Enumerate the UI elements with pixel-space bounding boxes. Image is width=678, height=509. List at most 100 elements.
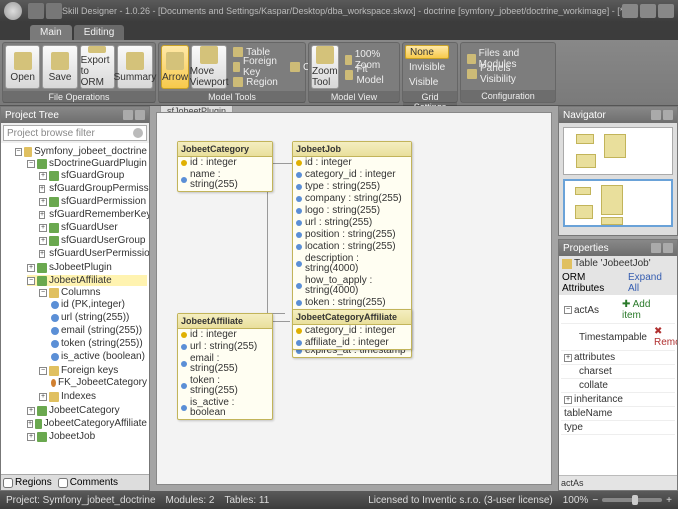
navigator-thumb-active[interactable]: [563, 179, 673, 227]
entity-box[interactable]: JobeetCategoryid : integername : string(…: [177, 141, 273, 192]
zoom-value: 100%: [563, 495, 589, 506]
panel-close-icon[interactable]: [663, 243, 673, 253]
entity-field: id : integer: [293, 157, 411, 169]
tree-indexes[interactable]: +Indexes: [39, 391, 147, 402]
tree-root[interactable]: −Symfony_jobeet_doctrine: [15, 146, 147, 157]
tree-item[interactable]: +sfGuardGroup: [39, 170, 147, 181]
entity-field: token : string(255): [178, 375, 272, 397]
comment-icon: [290, 62, 300, 72]
fk-tool-button[interactable]: Foreign Key: [229, 60, 284, 74]
qat-save-icon[interactable]: [46, 3, 62, 19]
tree-item[interactable]: +sfGuardPermission: [39, 196, 147, 207]
property-row[interactable]: type: [561, 421, 675, 435]
zoom-slider[interactable]: [602, 498, 662, 502]
navigator-thumb[interactable]: [563, 127, 673, 175]
fit-model-button[interactable]: Fit Model: [341, 68, 397, 82]
tree-columns[interactable]: −Columns: [39, 287, 147, 298]
entity-field: name : string(255): [178, 169, 272, 191]
property-row[interactable]: charset: [561, 365, 675, 379]
grid-none-button[interactable]: None: [405, 45, 449, 59]
table-icon: [562, 259, 572, 269]
navigator-title: Navigator: [563, 110, 606, 121]
property-row[interactable]: −actAs✚ Add item: [561, 297, 675, 324]
grid-visible-button[interactable]: Visible: [405, 75, 449, 89]
diagram-canvas-wrap: sfJobeetPlugin JobeetCategoryid : intege…: [150, 106, 558, 491]
tree-item[interactable]: +sfGuardGroupPermission: [39, 183, 147, 194]
tree-item-selected[interactable]: −JobeetAffiliate: [27, 275, 147, 286]
tree-item[interactable]: +JobeetCategory: [27, 405, 147, 416]
regions-checkbox[interactable]: Regions: [3, 477, 52, 488]
open-button[interactable]: Open: [5, 45, 40, 89]
entity-field: location : string(255): [293, 241, 411, 253]
fk-icon: [233, 62, 240, 72]
save-button[interactable]: Save: [42, 45, 77, 89]
tree-fk[interactable]: FK_JobeetCategory: [51, 377, 147, 388]
tree-fks[interactable]: −Foreign keys: [39, 365, 147, 376]
move-viewport-button[interactable]: Move Viewport: [191, 45, 227, 89]
tree-field[interactable]: email (string(255)): [51, 325, 147, 336]
entity-box[interactable]: JobeetCategoryAffiliatecategory_id : int…: [292, 309, 412, 350]
project-filter-input[interactable]: Project browse filter: [3, 125, 147, 141]
group-modeltools-label: Model Tools: [159, 91, 305, 103]
tree-field[interactable]: is_active (boolean): [51, 351, 147, 362]
tree-plugin[interactable]: −sDoctrineGuardPlugin: [27, 158, 147, 169]
tree-field[interactable]: id (PK,integer): [51, 299, 147, 310]
zoom-in-button[interactable]: +: [666, 495, 672, 506]
maximize-button[interactable]: [640, 4, 656, 18]
export-button[interactable]: Export to ORM: [80, 45, 115, 89]
tab-editing[interactable]: Editing: [74, 25, 125, 40]
panel-pin-icon[interactable]: [651, 110, 661, 120]
tree-item[interactable]: +sfGuardUserPermission: [39, 248, 147, 259]
diagram-canvas[interactable]: JobeetCategory id : integer name : string(…: [156, 112, 552, 485]
region-icon: [233, 77, 243, 87]
status-tables: Tables: 11: [224, 495, 269, 506]
tree-plugin[interactable]: +sJobeetPlugin: [27, 262, 147, 273]
orm-attributes-label: ORM Attributes: [562, 272, 628, 294]
entity-title: JobeetAffiliate: [178, 314, 272, 329]
status-modules: Modules: 2: [166, 495, 215, 506]
zoom-out-button[interactable]: −: [592, 495, 598, 506]
expand-all-link[interactable]: Expand All: [628, 272, 674, 294]
entity-field: logo : string(255): [293, 205, 411, 217]
files-icon: [467, 54, 476, 64]
panel-close-icon[interactable]: [663, 110, 673, 120]
panel-pin-icon[interactable]: [651, 243, 661, 253]
tree-item[interactable]: +sfGuardRememberKey: [39, 209, 147, 220]
status-license: Licensed to Inventic s.r.o. (3-user lice…: [368, 495, 553, 506]
remove-link[interactable]: ✖ Remove: [653, 325, 677, 349]
hand-icon: [200, 46, 218, 64]
ribbon-tabs: Main Editing: [0, 22, 678, 40]
tree-item[interactable]: +sfGuardUser: [39, 222, 147, 233]
zoom-tool-button[interactable]: Zoom Tool: [311, 45, 339, 89]
tree-item[interactable]: +JobeetCategoryAffiliate: [27, 418, 147, 429]
window-title: Skill Designer - 1.0.26 - [Documents and…: [62, 6, 622, 16]
minimize-button[interactable]: [622, 4, 638, 18]
properties-footer: actAs: [559, 475, 677, 490]
properties-panel: Properties Table 'JobeetJob' ORM Attribu…: [558, 239, 678, 491]
panels-visibility-button[interactable]: Panels Visibility: [463, 67, 553, 81]
panel-pin-icon[interactable]: [123, 110, 133, 120]
group-config-label: Configuration: [461, 90, 555, 102]
comments-checkbox[interactable]: Comments: [58, 477, 118, 488]
entity-title: JobeetCategory: [178, 142, 272, 157]
navigator-panel: Navigator: [558, 106, 678, 236]
tree-item[interactable]: +sfGuardUserGroup: [39, 235, 147, 246]
grid-invisible-button[interactable]: Invisible: [405, 60, 449, 74]
summary-button[interactable]: Summary: [117, 45, 153, 89]
tree-field[interactable]: token (string(255)): [51, 338, 147, 349]
property-row[interactable]: tableName: [561, 407, 675, 421]
region-tool-button[interactable]: Region: [229, 75, 284, 89]
property-row[interactable]: +attributes: [561, 351, 675, 365]
add-item-link[interactable]: ✚ Add item: [621, 298, 672, 322]
property-row[interactable]: Timestampable✖ Remove: [561, 324, 675, 351]
entity-box[interactable]: JobeetAffiliateid : integerurl : string(…: [177, 313, 273, 420]
tree-field[interactable]: url (string(255)): [51, 312, 147, 323]
arrow-tool-button[interactable]: Arrow: [161, 45, 189, 89]
qat-open-icon[interactable]: [28, 3, 44, 19]
property-row[interactable]: collate: [561, 379, 675, 393]
property-row[interactable]: +inheritance: [561, 393, 675, 407]
panel-close-icon[interactable]: [135, 110, 145, 120]
tab-main[interactable]: Main: [30, 25, 72, 40]
tree-item[interactable]: +JobeetJob: [27, 431, 147, 442]
close-button[interactable]: [658, 4, 674, 18]
